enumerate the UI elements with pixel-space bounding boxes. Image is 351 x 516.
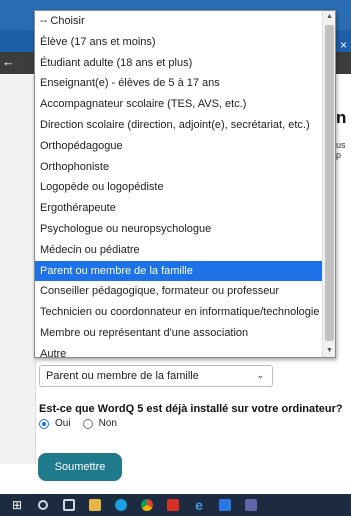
dropdown-scrollbar[interactable]: ▲ ▼ xyxy=(322,11,335,357)
edge-icon[interactable]: e xyxy=(186,494,212,516)
radio-yes[interactable] xyxy=(39,418,49,429)
dropdown-option[interactable]: Direction scolaire (direction, adjoint(e… xyxy=(35,115,323,136)
dropdown-option[interactable]: Ergothérapeute xyxy=(35,198,323,219)
role-select[interactable]: Parent ou membre de la famille ⌄ xyxy=(39,365,273,387)
install-radio-group: Oui Non xyxy=(39,418,123,429)
dropdown-option[interactable]: Technicien ou coordonnateur en informati… xyxy=(35,302,323,323)
scroll-up-icon[interactable]: ▲ xyxy=(323,11,335,23)
dropdown-option[interactable]: Élève (17 ans et moins) xyxy=(35,32,323,53)
dropdown-option[interactable]: Étudiant adulte (18 ans et plus) xyxy=(35,53,323,74)
dropdown-option[interactable]: Psychologue ou neuropsychologue xyxy=(35,219,323,240)
page-heading-fragment: n xyxy=(336,108,347,127)
radio-yes-label[interactable]: Oui xyxy=(55,418,71,429)
dropdown-options: -- Choisir Élève (17 ans et moins) Étudian… xyxy=(35,11,323,357)
task-view-icon[interactable] xyxy=(56,494,82,516)
submit-button[interactable]: Soumettre xyxy=(38,453,122,481)
page-text-fragment: us p xyxy=(336,140,346,160)
radio-no[interactable] xyxy=(82,418,93,429)
dropdown-option[interactable]: Enseignant(e) - élèves de 5 à 17 ans xyxy=(35,73,323,94)
dropdown-option[interactable]: Conseiller pédagogique, formateur ou pro… xyxy=(35,281,323,302)
dropdown-option[interactable]: Accompagnateur scolaire (TES, AVS, etc.) xyxy=(35,94,323,115)
dropdown-option[interactable]: Autre xyxy=(35,344,323,357)
windows-taskbar: ⊞ e xyxy=(0,494,351,516)
dropdown-option[interactable]: Orthopédagogue xyxy=(35,136,323,157)
dropdown-option[interactable]: Parent ou membre de la famille xyxy=(35,260,323,282)
dropdown-option[interactable]: Médecin ou pédiatre xyxy=(35,240,323,261)
red-app-icon[interactable] xyxy=(160,494,186,516)
blue-app-icon[interactable] xyxy=(212,494,238,516)
skype-icon[interactable] xyxy=(108,494,134,516)
back-arrow-icon[interactable]: ← xyxy=(2,54,15,69)
windows-icon[interactable]: ⊞ xyxy=(4,494,30,516)
chevron-down-icon: ⌄ xyxy=(256,370,264,380)
tab-close-icon[interactable]: × xyxy=(340,38,347,52)
scroll-down-icon[interactable]: ▼ xyxy=(323,345,335,357)
install-question: Est-ce que WordQ 5 est déjà installé sur… xyxy=(39,403,343,415)
dropdown-option[interactable]: Membre ou représentant d'une association xyxy=(35,323,323,344)
radio-no-label[interactable]: Non xyxy=(99,418,117,429)
search-icon[interactable] xyxy=(30,494,56,516)
dropdown-option[interactable]: -- Choisir xyxy=(35,11,323,32)
teams-icon[interactable] xyxy=(238,494,264,516)
file-explorer-icon[interactable] xyxy=(82,494,108,516)
page-left-strip xyxy=(0,74,36,464)
role-select-value: Parent ou membre de la famille xyxy=(46,370,199,382)
role-dropdown-list[interactable]: -- Choisir Élève (17 ans et moins) Étudian… xyxy=(34,10,336,358)
dropdown-option[interactable]: Orthophoniste xyxy=(35,157,323,178)
chrome-icon[interactable] xyxy=(134,494,160,516)
scroll-thumb[interactable] xyxy=(325,25,334,341)
dropdown-option[interactable]: Logopède ou logopédiste xyxy=(35,177,323,198)
